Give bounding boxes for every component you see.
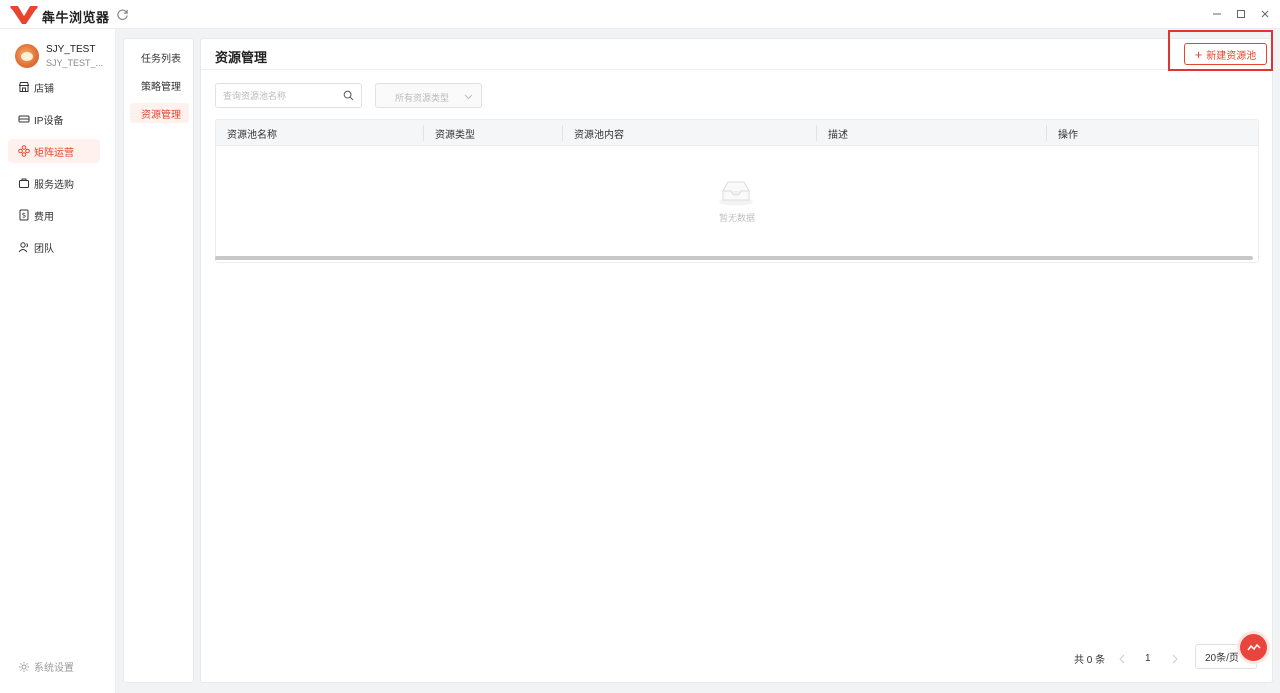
sidebar-item-label: 团队 bbox=[34, 243, 54, 255]
resource-type-value: 所有资源类型 bbox=[395, 93, 450, 103]
new-resource-pool-button[interactable]: + 新建资源池 bbox=[1184, 43, 1267, 65]
resource-type-select[interactable]: 所有资源类型 bbox=[375, 83, 482, 108]
gear-icon bbox=[18, 661, 30, 673]
sidebar-item-team[interactable]: 团队 bbox=[8, 235, 100, 259]
app-logo-icon bbox=[10, 6, 38, 24]
team-icon bbox=[18, 241, 30, 253]
subnav-item-task-list[interactable]: 任务列表 bbox=[130, 47, 189, 67]
main-panel: 资源管理 + 新建资源池 所有资源类型 资源池名称 资源类型 资源池内容 描述 … bbox=[200, 38, 1273, 683]
empty-inbox-icon bbox=[719, 181, 753, 206]
sidebar-item-fee[interactable]: $ 费用 bbox=[8, 203, 100, 227]
store-icon bbox=[18, 81, 30, 93]
subnav-item-resource[interactable]: 资源管理 bbox=[130, 103, 189, 123]
main-header: 资源管理 + 新建资源池 bbox=[201, 39, 1272, 70]
maximize-icon[interactable] bbox=[1234, 7, 1248, 21]
horizontal-scrollbar[interactable] bbox=[215, 256, 1253, 260]
plus-icon: + bbox=[1194, 46, 1203, 62]
subnav-item-label: 任务列表 bbox=[141, 53, 181, 65]
title-bar: 犇牛浏览器 bbox=[0, 0, 1280, 29]
resource-pool-table: 资源池名称 资源类型 资源池内容 描述 操作 暂无数据 bbox=[215, 119, 1259, 263]
sub-navigation: 任务列表 策略管理 资源管理 bbox=[123, 38, 194, 683]
subnav-item-strategy[interactable]: 策略管理 bbox=[130, 75, 189, 95]
subnav-item-label: 资源管理 bbox=[141, 109, 181, 121]
avatar[interactable] bbox=[15, 44, 39, 68]
app-name: 犇牛浏览器 bbox=[42, 10, 110, 25]
column-header-description: 描述 bbox=[828, 129, 848, 141]
table-header: 资源池名称 资源类型 资源池内容 描述 操作 bbox=[216, 120, 1258, 146]
chart-trend-icon bbox=[1246, 643, 1261, 650]
column-header-name: 资源池名称 bbox=[227, 129, 277, 141]
system-settings-label: 系统设置 bbox=[34, 663, 74, 674]
new-resource-pool-label: 新建资源池 bbox=[1206, 50, 1257, 62]
sidebar-item-label: 店铺 bbox=[34, 83, 54, 95]
empty-text: 暂无数据 bbox=[718, 213, 755, 223]
shopping-bag-icon bbox=[18, 177, 30, 189]
minimize-icon[interactable] bbox=[1210, 7, 1224, 21]
sidebar-item-label: 费用 bbox=[34, 211, 54, 223]
empty-state: 暂无数据 bbox=[216, 146, 1258, 256]
sidebar-item-label: IP设备 bbox=[34, 115, 64, 127]
sidebar-item-label: 矩阵运营 bbox=[34, 147, 74, 159]
search-input[interactable] bbox=[216, 84, 340, 107]
sidebar-item-ip-device[interactable]: IP设备 bbox=[8, 107, 100, 131]
user-subtitle: SJY_TEST_... bbox=[46, 58, 104, 68]
chevron-left-icon[interactable] bbox=[1116, 646, 1128, 671]
floating-assistant-button[interactable] bbox=[1240, 634, 1267, 661]
matrix-icon bbox=[18, 145, 30, 157]
close-icon[interactable] bbox=[1258, 7, 1272, 21]
subnav-item-label: 策略管理 bbox=[141, 81, 181, 93]
search-icon[interactable] bbox=[343, 90, 354, 101]
system-settings[interactable]: 系统设置 bbox=[18, 659, 74, 674]
page-title: 资源管理 bbox=[215, 50, 268, 65]
sidebar-item-store[interactable]: 店铺 bbox=[8, 75, 100, 99]
chevron-right-icon[interactable] bbox=[1169, 646, 1181, 671]
sidebar: SJY_TEST SJY_TEST_... 店铺 IP设备 矩阵运营 服务选购 … bbox=[0, 29, 116, 693]
user-name: SJY_TEST bbox=[46, 44, 96, 55]
sidebar-item-service[interactable]: 服务选购 bbox=[8, 171, 100, 195]
refresh-icon[interactable] bbox=[116, 8, 129, 21]
column-header-type: 资源类型 bbox=[435, 129, 475, 141]
ip-device-icon bbox=[18, 113, 30, 125]
chevron-down-icon bbox=[464, 94, 473, 100]
column-header-actions: 操作 bbox=[1058, 129, 1078, 141]
column-header-content: 资源池内容 bbox=[574, 129, 624, 141]
pagination-total: 共 0 条 bbox=[1074, 655, 1106, 666]
search-box bbox=[215, 83, 362, 108]
pagination-current-page[interactable]: 1 bbox=[1145, 646, 1151, 671]
sidebar-item-label: 服务选购 bbox=[34, 179, 74, 191]
sidebar-item-matrix[interactable]: 矩阵运营 bbox=[8, 139, 100, 163]
fee-icon: $ bbox=[18, 209, 30, 221]
svg-text:$: $ bbox=[22, 212, 26, 220]
